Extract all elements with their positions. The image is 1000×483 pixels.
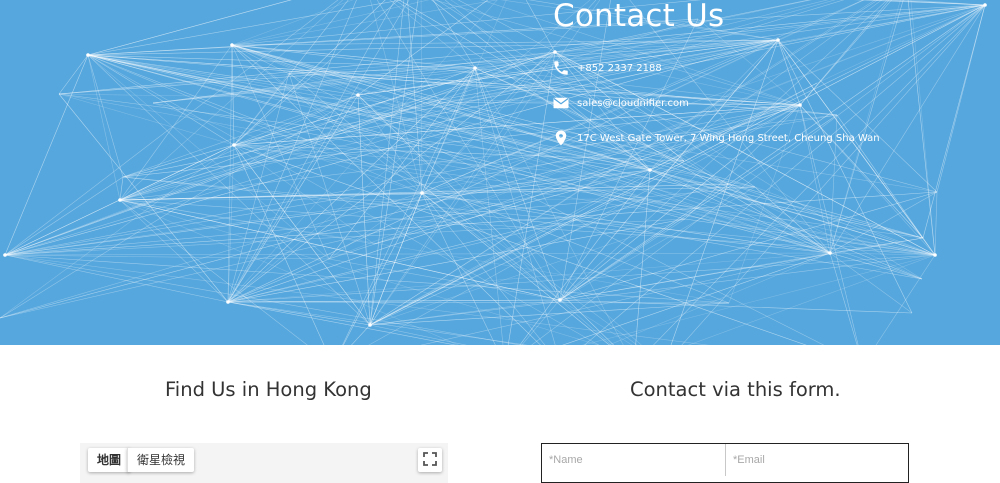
network-background bbox=[0, 0, 987, 345]
phone-number[interactable]: +852 2337 2188 bbox=[577, 63, 662, 74]
email-field[interactable] bbox=[726, 444, 908, 476]
contact-address: 17C West Gate Tower, 7 Wing Hong Street,… bbox=[552, 129, 880, 147]
contact-form-heading: Contact via this form. bbox=[630, 378, 841, 401]
name-field[interactable] bbox=[542, 444, 726, 476]
contact-phone: +852 2337 2188 bbox=[552, 59, 662, 77]
fullscreen-icon bbox=[423, 451, 437, 470]
envelope-icon bbox=[552, 94, 570, 112]
email-address[interactable]: sales@cloudnifier.com bbox=[577, 98, 689, 109]
satellite-view-tab[interactable]: 衛星檢視 bbox=[127, 448, 195, 472]
contact-email: sales@cloudnifier.com bbox=[552, 94, 689, 112]
phone-icon bbox=[552, 59, 570, 77]
map-pin-icon bbox=[552, 129, 570, 147]
fullscreen-button[interactable] bbox=[418, 448, 442, 472]
map-view-tab[interactable]: 地圖 bbox=[88, 448, 131, 472]
find-us-heading: Find Us in Hong Kong bbox=[165, 378, 372, 401]
contact-form bbox=[541, 443, 909, 483]
street-address: 17C West Gate Tower, 7 Wing Hong Street,… bbox=[577, 132, 880, 144]
hero-banner: Contact Us +852 2337 2188 sales@cloudnif… bbox=[0, 0, 1000, 345]
page-title: Contact Us bbox=[553, 0, 725, 34]
google-map[interactable]: 地圖 衛星檢視 bbox=[80, 443, 448, 483]
